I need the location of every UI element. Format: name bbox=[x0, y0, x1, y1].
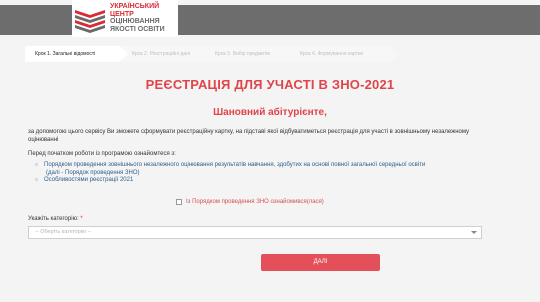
category-label: Укажіть категорію: * bbox=[28, 216, 83, 222]
link-procedure[interactable]: Порядком проведення зовнішнього незалежн… bbox=[35, 162, 494, 178]
logo-line: ЦЕНТР bbox=[110, 10, 134, 18]
logo-text: УКРАЇНСЬКИЙ ЦЕНТР ОЦІНЮВАННЯ ЯКОСТІ ОСВІ… bbox=[110, 3, 178, 33]
book-logo-icon bbox=[72, 3, 108, 35]
step-progress: Крок 1. Загальні відомості Крок 2. Реєст… bbox=[25, 46, 398, 62]
step-4: Крок 4. Формування картки bbox=[290, 46, 398, 62]
step-arrow bbox=[120, 46, 128, 62]
step-3: Крок 3. Вибір предметів bbox=[205, 46, 295, 62]
agree-checkbox[interactable] bbox=[176, 199, 182, 205]
intro-text: за допомогою цього сервісу Ви зможете сф… bbox=[28, 129, 470, 143]
logo-line: УКРАЇНСЬКИЙ bbox=[110, 3, 160, 10]
step-2: Крок 2. Реєстраційні дані bbox=[122, 46, 210, 62]
logo-line: ЯКОСТІ ОСВІТИ bbox=[110, 25, 165, 33]
step-arrow bbox=[287, 46, 295, 62]
link-text[interactable]: Особливостями реєстрації 2021 bbox=[44, 177, 494, 185]
step-arrow bbox=[390, 46, 398, 62]
logo-line: ОЦІНЮВАННЯ bbox=[110, 18, 160, 26]
category-label-text: Укажіть категорію: bbox=[28, 216, 79, 222]
link-text[interactable]: Порядком проведення зовнішнього незалежн… bbox=[44, 162, 494, 170]
agree-row[interactable]: Із Порядком проведення ЗНО ознайомився(л… bbox=[176, 199, 324, 205]
before-text: Перед початком роботи із програмою ознай… bbox=[28, 151, 176, 157]
step-label: Крок 3. Вибір предметів bbox=[215, 51, 271, 57]
category-select[interactable]: -- Оберіть категорію -- bbox=[28, 226, 482, 239]
step-arrow bbox=[202, 46, 210, 62]
document-links: Порядком проведення зовнішнього незалежн… bbox=[34, 162, 494, 185]
category-placeholder: -- Оберіть категорію -- bbox=[35, 229, 92, 235]
required-asterisk: * bbox=[80, 216, 83, 222]
chevron-down-icon bbox=[471, 231, 477, 234]
next-button[interactable]: ДАЛІ bbox=[261, 254, 380, 271]
link-features[interactable]: Особливостями реєстрації 2021 bbox=[35, 177, 494, 185]
step-label: Крок 1. Загальні відомості bbox=[35, 51, 96, 57]
logo[interactable]: УКРАЇНСЬКИЙ ЦЕНТР ОЦІНЮВАННЯ ЯКОСТІ ОСВІ… bbox=[72, 0, 178, 37]
greeting-subtitle: Шановний абітурієнте, bbox=[213, 107, 327, 118]
link-text-sub[interactable]: (далі - Порядок проведення ЗНО) bbox=[44, 170, 494, 178]
page-title: РЕЄСТРАЦІЯ ДЛЯ УЧАСТІ В ЗНО-2021 bbox=[145, 77, 395, 92]
step-1[interactable]: Крок 1. Загальні відомості bbox=[25, 46, 128, 62]
step-label: Крок 4. Формування картки bbox=[300, 51, 363, 57]
agree-label[interactable]: Із Порядком проведення ЗНО ознайомився(л… bbox=[186, 199, 324, 205]
step-label: Крок 2. Реєстраційні дані bbox=[132, 51, 191, 57]
